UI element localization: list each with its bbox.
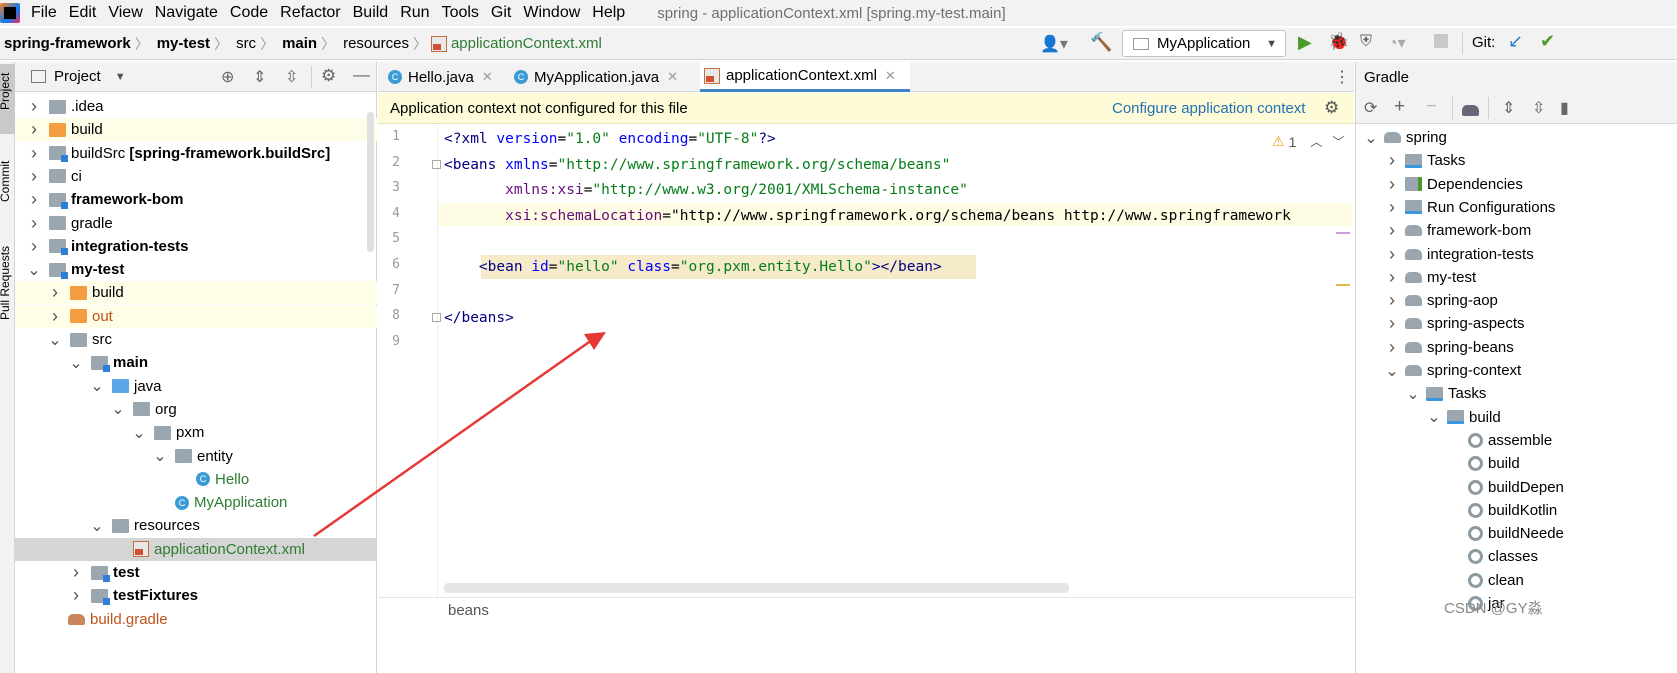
gradle-tree-row[interactable]: › my-test [1356, 266, 1677, 289]
gradle-tree-row[interactable]: clean [1356, 569, 1677, 592]
gradle-panel-title: Gradle [1364, 68, 1410, 86]
gradle-item-label: Run Configurations [1427, 198, 1556, 216]
gradle-item-label: my-test [1427, 268, 1477, 286]
more-icon[interactable]: ▮ [1560, 98, 1569, 118]
gradle-item-label: spring-aspects [1427, 315, 1525, 333]
gradle-tree-row[interactable]: assemble [1356, 429, 1677, 452]
arrow-line [313, 338, 593, 538]
gear-icon [1468, 432, 1483, 448]
gradle-item-label: build [1488, 455, 1520, 473]
chevron-right-icon[interactable]: › [1385, 150, 1399, 171]
gradle-task-icon[interactable] [1462, 105, 1479, 116]
gradle-tree-row[interactable]: build [1356, 452, 1677, 475]
gradle-tree-row[interactable]: ⌄ spring [1356, 126, 1677, 149]
gradle-tree-row[interactable]: › Dependencies [1356, 173, 1677, 196]
gradle-item-label: clean [1488, 571, 1524, 589]
gradle-panel: Gradle ⟳ + − ⇕ ⇳ ▮ ⌄ spring › Tasks › Depende… [1355, 62, 1677, 673]
gradle-item-label: assemble [1488, 431, 1553, 449]
gradle-item-label: spring-context [1427, 362, 1522, 379]
task-folder-icon [1426, 386, 1443, 401]
gradle-panel-header: Gradle [1356, 62, 1677, 92]
chevron-right-icon[interactable]: › [1385, 290, 1399, 311]
gradle-project-icon [1405, 225, 1422, 237]
task-folder-icon [1447, 410, 1464, 425]
status-breadcrumb[interactable]: beans [448, 602, 489, 619]
gradle-tree-row[interactable]: › spring-beans [1356, 336, 1677, 359]
gradle-tree-row[interactable]: ⌄ spring-context [1356, 359, 1677, 382]
gradle-item-label: buildNeede [1488, 525, 1564, 543]
chevron-right-icon[interactable]: › [1385, 267, 1399, 288]
gradle-project-icon [1405, 271, 1422, 283]
gear-icon [1468, 526, 1483, 542]
gradle-tree-row[interactable]: › framework-bom [1356, 219, 1677, 242]
gradle-tree-row[interactable]: buildNeede [1356, 522, 1677, 545]
gear-icon [1468, 572, 1483, 588]
gradle-item-label: buildDepen [1488, 478, 1564, 496]
chevron-right-icon[interactable]: › [1385, 174, 1399, 195]
expand-all-icon[interactable]: ⇕ [1502, 98, 1515, 118]
chevron-down-icon[interactable]: ⌄ [1364, 128, 1378, 148]
gear-icon [1468, 479, 1483, 495]
refresh-icon[interactable]: ⟳ [1364, 98, 1377, 118]
remove-icon[interactable]: − [1426, 96, 1437, 118]
gradle-project-icon [1384, 132, 1401, 143]
gradle-tree-row[interactable]: › Tasks [1356, 149, 1677, 172]
gear-icon [1468, 549, 1483, 565]
dependencies-icon [1405, 177, 1422, 192]
toolbar-divider [1488, 97, 1489, 119]
gradle-tree-row[interactable]: buildKotlin [1356, 499, 1677, 522]
gradle-tree-row[interactable]: classes [1356, 545, 1677, 568]
gradle-tree-row[interactable]: › spring-aop [1356, 289, 1677, 312]
gradle-item-label: Tasks [1448, 385, 1487, 403]
gradle-project-icon [1405, 341, 1422, 353]
gradle-item-label: Dependencies [1427, 175, 1523, 193]
chevron-down-icon[interactable]: ⌄ [1406, 384, 1420, 404]
gear-icon [1468, 502, 1483, 518]
chevron-down-icon[interactable]: ⌄ [1385, 361, 1399, 381]
gradle-item-label: framework-bom [1427, 222, 1532, 240]
gear-icon [1468, 456, 1483, 472]
gradle-item-label: spring-beans [1427, 338, 1514, 356]
chevron-right-icon[interactable]: › [1385, 220, 1399, 241]
gradle-project-icon [1405, 295, 1422, 307]
chevron-down-icon[interactable]: ⌄ [1427, 407, 1441, 427]
task-folder-icon [1405, 200, 1422, 215]
task-folder-icon [1405, 153, 1422, 168]
gradle-tree-row[interactable]: › integration-tests [1356, 243, 1677, 266]
gradle-item-label: classes [1488, 548, 1539, 566]
editor-breadcrumb-bar: beans [378, 597, 1354, 623]
chevron-right-icon[interactable]: › [1385, 244, 1399, 265]
collapse-all-icon[interactable]: ⇳ [1532, 98, 1545, 118]
gradle-tree-row[interactable]: buildDepen [1356, 476, 1677, 499]
gradle-tree-row[interactable]: ⌄ Tasks [1356, 382, 1677, 405]
gradle-project-icon [1405, 365, 1422, 376]
gradle-item-label: spring [1406, 129, 1447, 146]
gradle-item-label: spring-aop [1427, 292, 1498, 310]
gradle-project-icon [1405, 318, 1422, 330]
chevron-right-icon[interactable]: › [1385, 197, 1399, 218]
arrow-head [584, 332, 606, 350]
gradle-item-label: Tasks [1427, 152, 1466, 170]
chevron-right-icon[interactable]: › [1385, 337, 1399, 358]
gradle-tree-row[interactable]: ⌄ build [1356, 406, 1677, 429]
gradle-project-icon [1405, 248, 1422, 260]
gradle-tree-row[interactable]: › Run Configurations [1356, 196, 1677, 219]
add-icon[interactable]: + [1394, 96, 1405, 118]
chevron-right-icon[interactable]: › [1385, 313, 1399, 334]
gradle-item-label: buildKotlin [1488, 501, 1558, 519]
gradle-item-label: integration-tests [1427, 245, 1534, 263]
toolbar-divider [1452, 97, 1453, 119]
watermark: CSDN @GY淼 [1444, 600, 1543, 617]
gradle-tree-row[interactable]: › spring-aspects [1356, 312, 1677, 335]
gradle-toolbar: ⟳ + − ⇕ ⇳ ▮ [1356, 92, 1677, 124]
gradle-item-label: build [1469, 408, 1501, 426]
